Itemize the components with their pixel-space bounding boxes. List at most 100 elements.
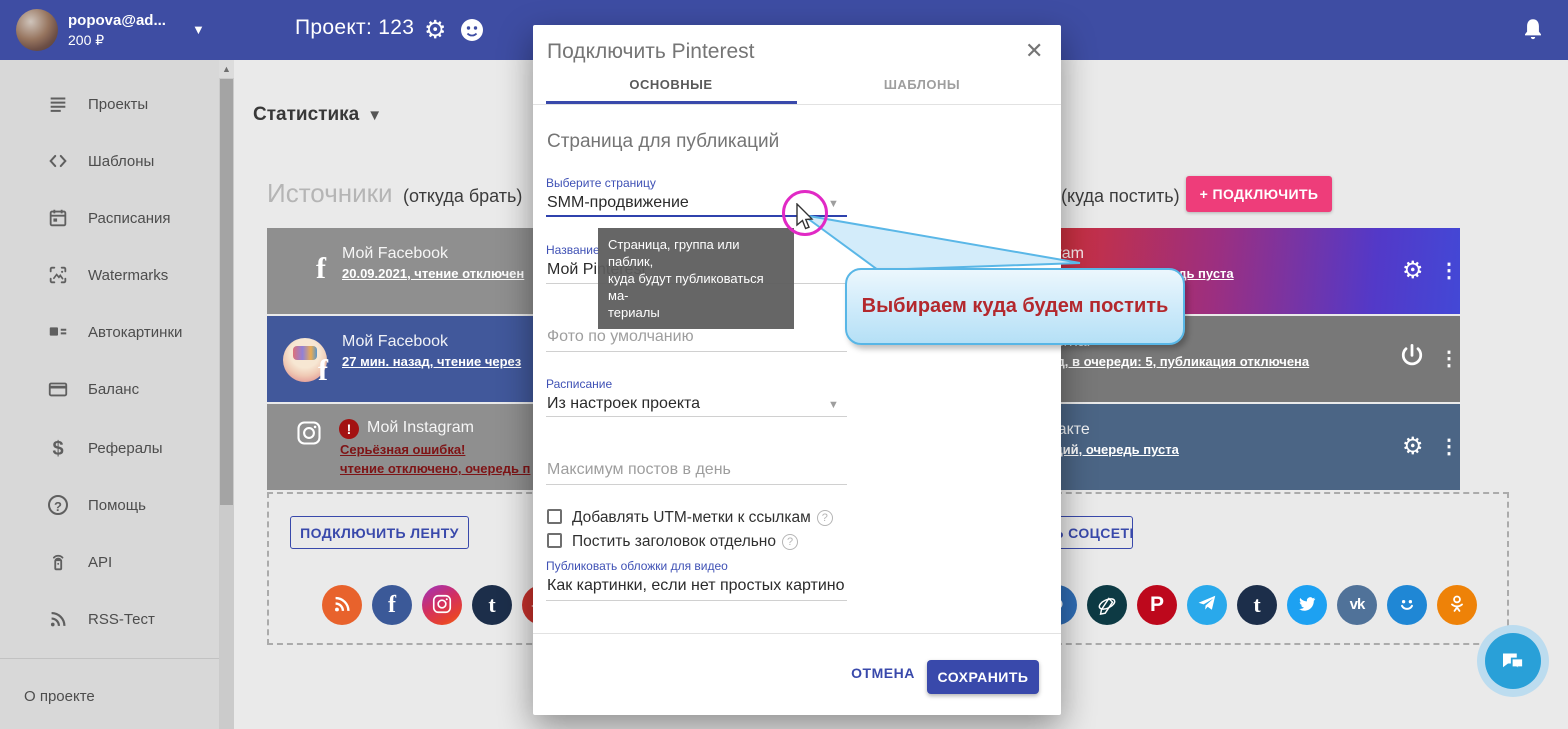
mouse-cursor-icon xyxy=(795,203,817,233)
sidebar-item-rss-test[interactable]: RSS-Тест xyxy=(0,600,219,640)
post-title-checkbox-row[interactable]: Постить заголовок отдельно? xyxy=(547,533,798,551)
schedule-underline xyxy=(546,416,847,417)
help-question-icon[interactable]: ? xyxy=(782,534,798,550)
project-settings-gear-icon[interactable]: ⚙ xyxy=(424,15,446,45)
facebook-icon: f xyxy=(316,252,326,286)
scrollbar-up-arrow-icon[interactable]: ▲ xyxy=(219,60,234,78)
stats-caret-icon: ▼ xyxy=(359,107,382,124)
annotation-callout: Выбираем куда будем постить xyxy=(845,268,1185,345)
user-email[interactable]: popova@ad... xyxy=(68,12,166,29)
sidebar-item-about-project[interactable]: О проекте xyxy=(24,688,95,705)
checkbox-icon[interactable] xyxy=(547,533,562,548)
sidebar-item-projects[interactable]: Проекты xyxy=(0,85,219,125)
telegram-social-icon[interactable] xyxy=(1187,585,1227,625)
instagram-social-icon[interactable] xyxy=(422,585,462,625)
card-title: Мой Instagram xyxy=(367,419,474,437)
sidebar-item-balance[interactable]: Баланс xyxy=(0,370,219,410)
video-covers-underline xyxy=(546,600,847,601)
project-persona-icon[interactable] xyxy=(459,17,485,48)
connect-target-button[interactable]: + ПОДКЛЮЧИТЬ xyxy=(1186,176,1332,212)
projects-list-icon xyxy=(46,93,70,117)
connect-feed-button[interactable]: ПОДКЛЮЧИТЬ ЛЕНТУ xyxy=(290,516,469,549)
pinterest-social-icon[interactable]: P xyxy=(1137,585,1177,625)
card-more-dots-icon[interactable]: ⋮ xyxy=(1439,346,1459,371)
user-menu-caret-icon[interactable]: ▼ xyxy=(192,22,205,37)
card-more-dots-icon[interactable]: ⋮ xyxy=(1439,434,1459,459)
user-balance: 200 ₽ xyxy=(68,32,104,49)
video-covers-label: Публиковать обложки для видео xyxy=(546,559,728,573)
card-error-link[interactable]: Серьёзная ошибка! xyxy=(340,442,465,457)
video-covers-select[interactable]: Как картинки, если нет простых картино xyxy=(547,577,847,595)
card-gear-icon[interactable]: ⚙ xyxy=(1402,256,1424,285)
save-button[interactable]: СОХРАНИТЬ xyxy=(927,660,1039,694)
sidebar-item-autoimages[interactable]: Автокартинки xyxy=(0,313,219,353)
help-question-icon: ? xyxy=(46,494,70,518)
sidebar-item-schedules[interactable]: Расписания xyxy=(0,199,219,239)
tooltip-line: териалы xyxy=(608,304,784,321)
card-status-link[interactable]: 27 мин. назад, чтение через xyxy=(342,354,521,369)
odnoklassniki-social-icon[interactable] xyxy=(1437,585,1477,625)
sidebar-item-referrals[interactable]: $ Рефералы xyxy=(0,429,219,469)
scrollbar-thumb[interactable] xyxy=(220,79,233,505)
card-title: Мой Facebook xyxy=(342,245,448,263)
schedule-select[interactable]: Из настроек проекта xyxy=(547,395,837,413)
tumblr-social-icon[interactable]: t xyxy=(472,585,512,625)
tabs-divider xyxy=(533,104,1061,105)
sidebar-item-help[interactable]: ? Помощь xyxy=(0,486,219,526)
vk-social-icon[interactable]: vk xyxy=(1337,585,1377,625)
calendar-icon xyxy=(46,207,70,231)
select-caret-icon[interactable]: ▼ xyxy=(828,399,839,411)
max-posts-input[interactable] xyxy=(547,461,847,479)
facebook-social-icon[interactable]: f xyxy=(372,585,412,625)
notifications-bell-icon[interactable] xyxy=(1520,16,1546,49)
tumblr-social-icon[interactable]: t xyxy=(1237,585,1277,625)
plus-icon: + xyxy=(1200,186,1209,202)
cancel-button[interactable]: ОТМЕНА xyxy=(838,665,928,681)
livejournal-social-icon[interactable] xyxy=(1087,585,1127,625)
wallet-card-icon xyxy=(46,378,70,402)
help-question-icon[interactable]: ? xyxy=(817,510,833,526)
tooltip-line: куда будут публиковаться ма- xyxy=(608,270,784,304)
instagram-icon xyxy=(295,419,323,452)
card-gear-icon[interactable]: ⚙ xyxy=(1402,432,1424,461)
footer-divider xyxy=(533,633,1061,634)
card-more-dots-icon[interactable]: ⋮ xyxy=(1439,258,1459,283)
error-badge-icon: ! xyxy=(339,419,359,439)
card-power-icon[interactable] xyxy=(1397,341,1427,376)
user-avatar[interactable] xyxy=(16,9,58,51)
callout-text: Выбираем куда будем постить xyxy=(847,295,1183,318)
sidebar-divider xyxy=(0,658,219,659)
select-tooltip: Страница, группа или паблик, куда будут … xyxy=(598,228,794,329)
sidebar-item-watermarks[interactable]: Watermarks xyxy=(0,256,219,296)
targets-subtitle: (куда постить) xyxy=(1061,186,1180,207)
sidebar-scrollbar[interactable]: ▲ xyxy=(219,60,234,729)
schedule-select-label: Расписание xyxy=(546,377,612,391)
tab-main[interactable]: ОСНОВНЫЕ xyxy=(546,77,796,92)
sources-title: Источники xyxy=(267,178,393,208)
card-status-link[interactable]: 20.09.2021, чтение отключен xyxy=(342,266,524,281)
max-posts-underline xyxy=(546,484,847,485)
chat-widget-halo xyxy=(1477,625,1549,697)
twitter-social-icon[interactable] xyxy=(1287,585,1327,625)
utm-checkbox-row[interactable]: Добавлять UTM-метки к ссылкам? xyxy=(547,509,833,527)
close-icon[interactable]: ✕ xyxy=(1025,38,1043,64)
api-antenna-icon xyxy=(46,551,70,575)
sources-subtitle: (откуда брать) xyxy=(397,186,522,206)
section-title: Страница для публикаций xyxy=(547,131,779,153)
rss-social-icon[interactable] xyxy=(322,585,362,625)
sources-header: Источники (откуда брать) xyxy=(267,178,522,209)
my-mir-social-icon[interactable] xyxy=(1387,585,1427,625)
default-photo-underline xyxy=(546,351,847,352)
sidebar-item-api[interactable]: API xyxy=(0,543,219,583)
project-title[interactable]: Проект: 123 xyxy=(295,16,414,40)
tab-templates[interactable]: ШАБЛОНЫ xyxy=(797,77,1047,92)
stats-header[interactable]: Статистика▼ xyxy=(253,104,382,126)
sidebar-item-templates[interactable]: Шаблоны xyxy=(0,142,219,182)
auto-images-icon xyxy=(46,321,70,345)
card-error-link[interactable]: чтение отключено, очередь п xyxy=(340,461,530,476)
chat-widget-button[interactable] xyxy=(1485,633,1541,689)
name-field-label: Название xyxy=(546,243,600,257)
checkbox-icon[interactable] xyxy=(547,509,562,524)
tooltip-line: Страница, группа или паблик, xyxy=(608,236,784,270)
active-tab-underline xyxy=(546,101,797,104)
